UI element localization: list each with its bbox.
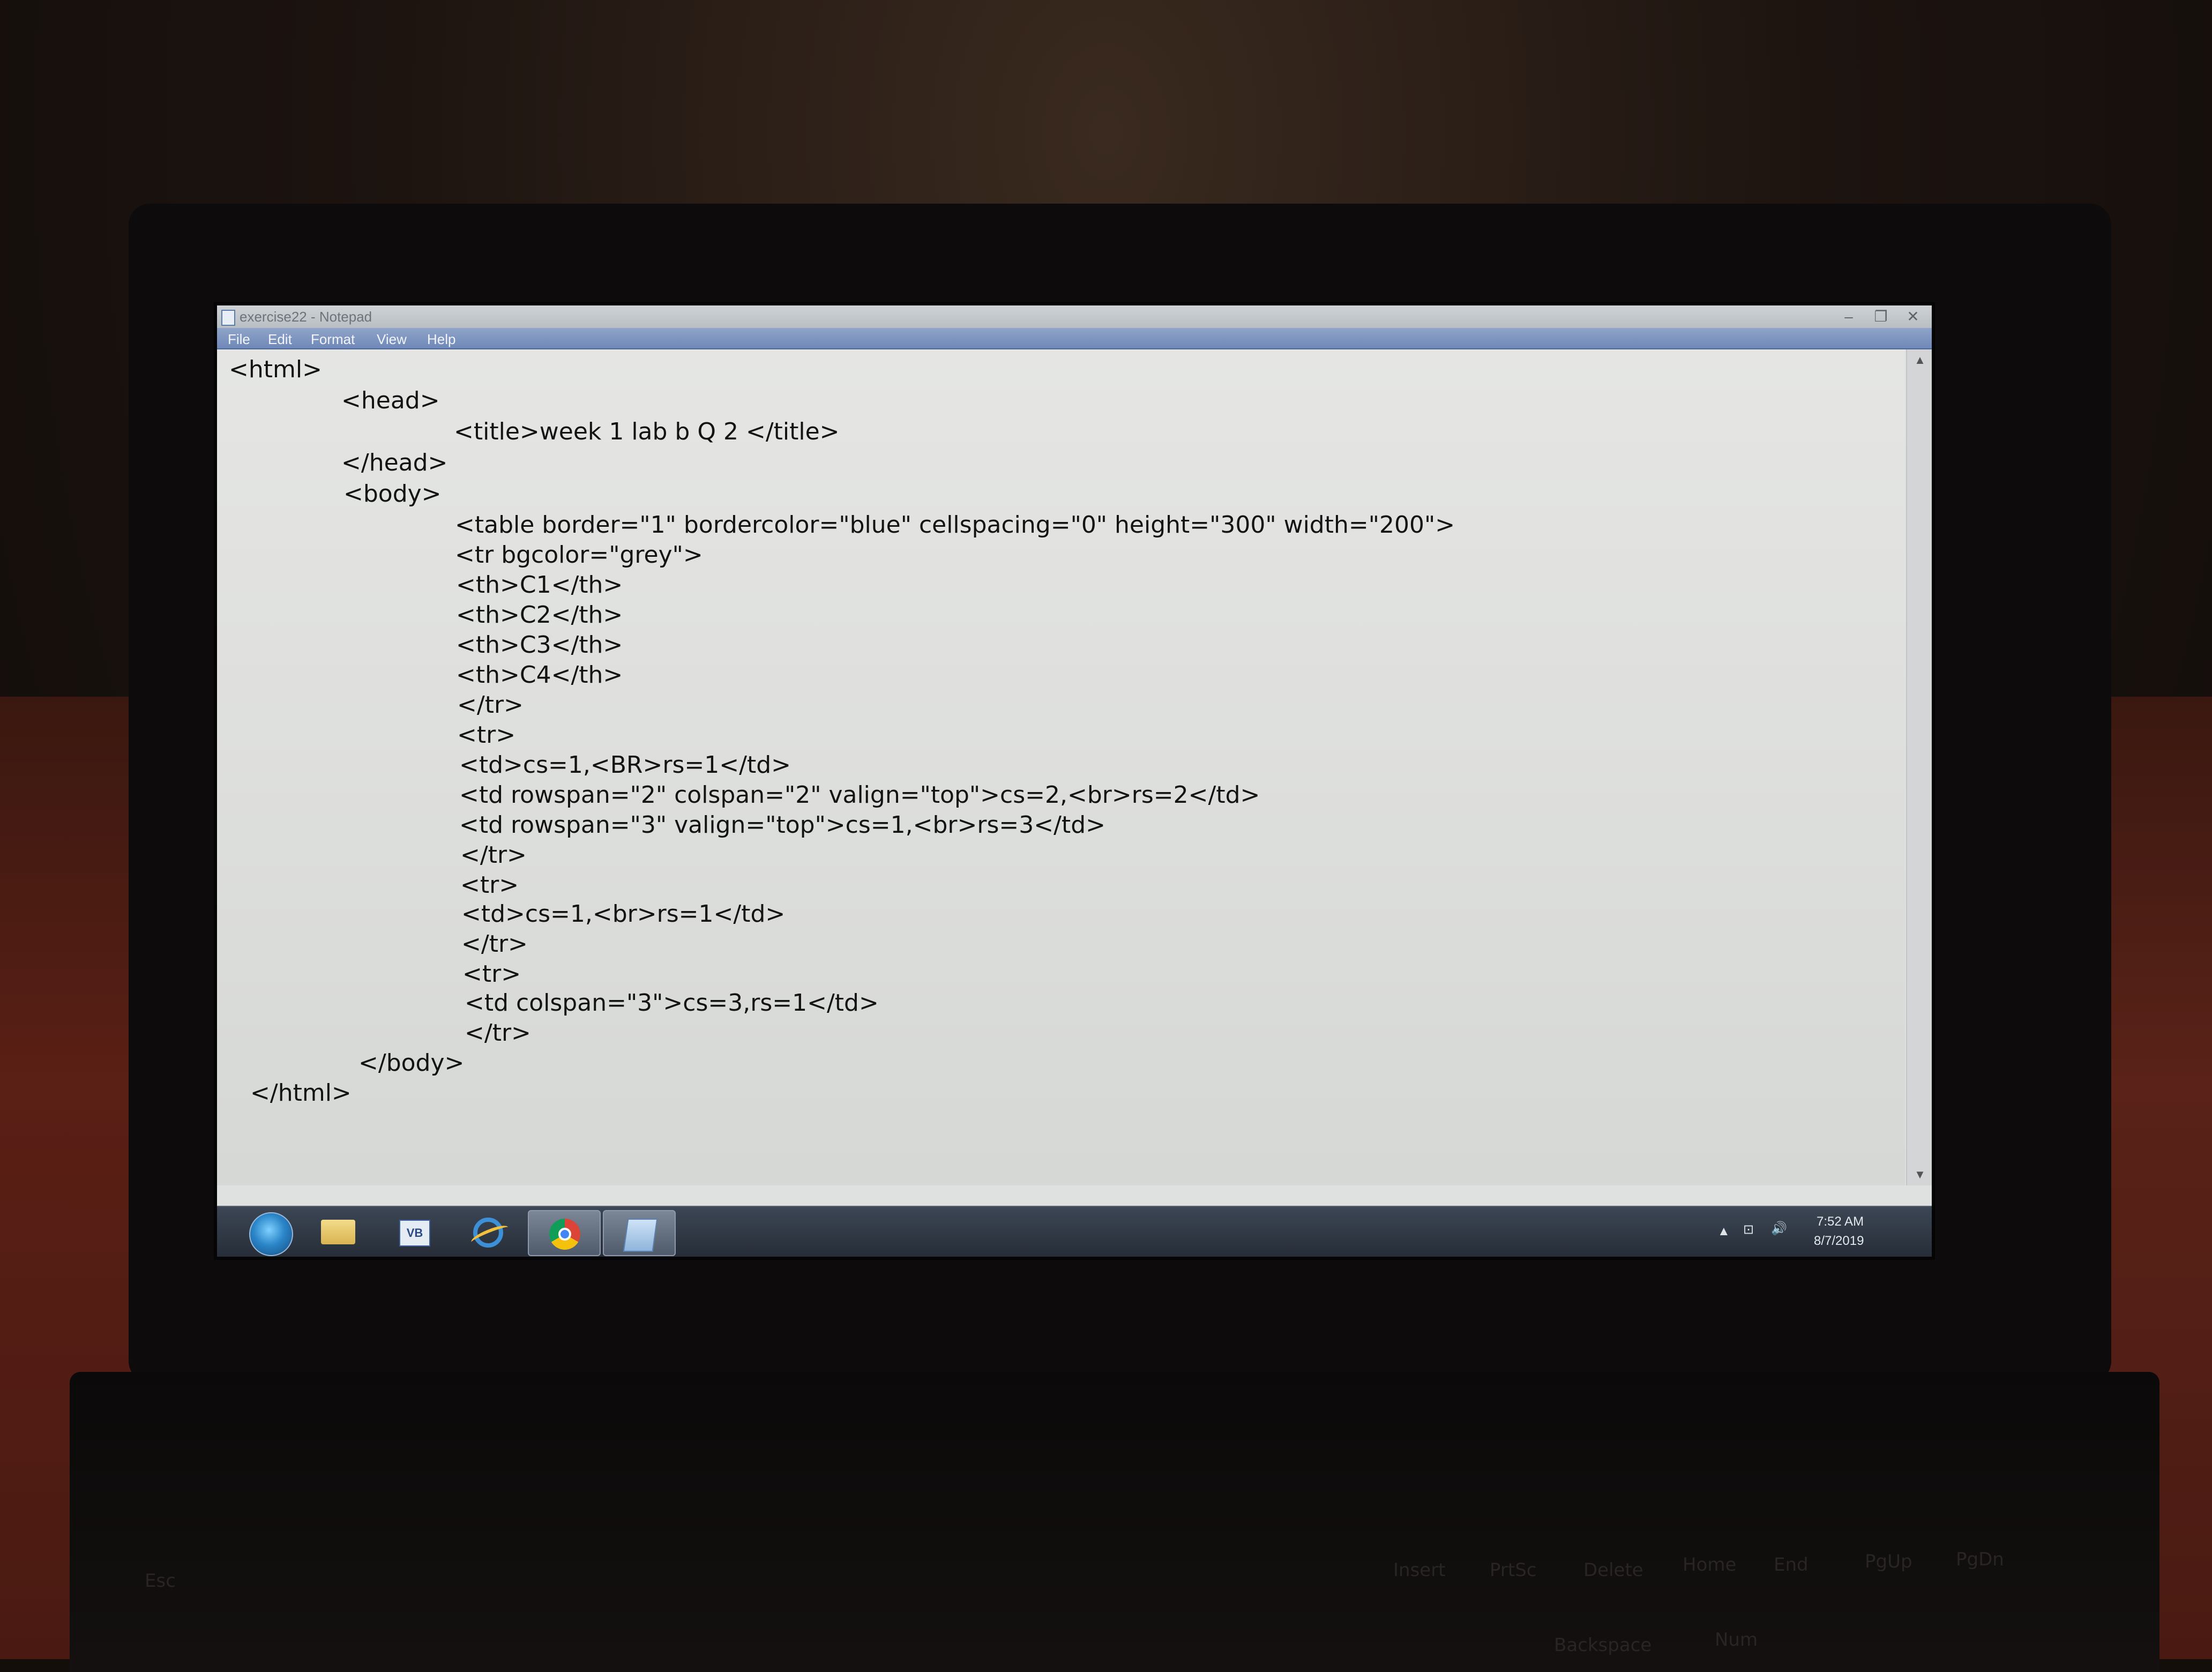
- code-line: <html>: [229, 356, 322, 383]
- volume-icon[interactable]: 🔊: [1771, 1221, 1787, 1257]
- code-line: <td>cs=1,<BR>rs=1</td>: [459, 751, 791, 779]
- code-line: <td rowspan="2" colspan="2" valign="top"…: [459, 781, 1260, 809]
- code-line: <body>: [343, 480, 442, 507]
- menu-view[interactable]: View: [377, 331, 407, 348]
- code-line: </tr>: [457, 691, 524, 719]
- key-num: Num: [1715, 1629, 1758, 1651]
- network-icon[interactable]: ⊡: [1743, 1222, 1754, 1257]
- code-line: <th>C1</th>: [456, 571, 623, 599]
- window-title: exercise22 - Notepad: [240, 309, 372, 325]
- start-button[interactable]: [249, 1212, 293, 1256]
- code-line: <th>C2</th>: [456, 601, 623, 629]
- key-prtsc: PrtSc: [1490, 1559, 1537, 1581]
- taskbar-visual-basic[interactable]: VB: [378, 1210, 449, 1254]
- vb-icon: VB: [399, 1220, 430, 1246]
- close-button[interactable]: ✕: [1900, 308, 1926, 326]
- key-pgdn: PgDn: [1956, 1549, 2004, 1570]
- code-line: </tr>: [465, 1019, 531, 1047]
- code-line: </tr>: [461, 930, 528, 958]
- code-line: <head>: [341, 387, 440, 414]
- key-esc: Esc: [145, 1570, 176, 1592]
- taskbar-chrome[interactable]: [528, 1210, 601, 1256]
- notepad-icon: [623, 1219, 658, 1252]
- menu-bar: File Edit Format View Help: [217, 328, 1932, 349]
- folder-icon: [321, 1220, 355, 1244]
- code-line: <tr>: [462, 960, 521, 988]
- title-bar[interactable]: exercise22 - Notepad – ❐ ✕: [217, 305, 1932, 328]
- code-line: </html>: [250, 1079, 352, 1107]
- taskbar-internet-explorer[interactable]: [453, 1210, 524, 1254]
- key-delete: Delete: [1583, 1559, 1643, 1581]
- code-line: </tr>: [460, 841, 527, 869]
- code-line: <th>C3</th>: [456, 631, 623, 659]
- code-line: <tr>: [460, 871, 519, 899]
- text-editor-area[interactable]: <html> <head> <title>week 1 lab b Q 2 </…: [217, 349, 1905, 1185]
- screen: exercise22 - Notepad – ❐ ✕ File Edit For…: [217, 305, 1932, 1257]
- menu-help[interactable]: Help: [427, 331, 455, 348]
- tray-expand-icon[interactable]: ▲: [1717, 1224, 1730, 1257]
- keyboard: Esc Insert PrtSc Delete Home End PgUp Pg…: [0, 1543, 2212, 1659]
- code-line: <td colspan="3">cs=3,rs=1</td>: [465, 989, 879, 1017]
- menu-file[interactable]: File: [228, 331, 250, 348]
- scroll-down-icon[interactable]: ▼: [1907, 1164, 1932, 1185]
- menu-format[interactable]: Format: [311, 331, 355, 348]
- notepad-app-icon: [221, 310, 235, 326]
- scroll-up-icon[interactable]: ▲: [1907, 349, 1932, 371]
- maximize-button[interactable]: ❐: [1867, 308, 1894, 326]
- taskbar-explorer[interactable]: [303, 1210, 373, 1254]
- key-end: End: [1774, 1554, 1809, 1576]
- code-line: </head>: [341, 449, 448, 476]
- code-line: <td rowspan="3" valign="top">cs=1,<br>rs…: [459, 811, 1106, 839]
- code-line: <td>cs=1,<br>rs=1</td>: [461, 900, 786, 928]
- code-line: <th>C4</th>: [456, 661, 623, 689]
- code-line: <table border="1" bordercolor="blue" cel…: [455, 511, 1455, 539]
- code-line: <title>week 1 lab b Q 2 </title>: [454, 418, 840, 445]
- taskbar-notepad[interactable]: [603, 1210, 676, 1256]
- minimize-button[interactable]: –: [1835, 308, 1862, 326]
- menu-edit[interactable]: Edit: [268, 331, 292, 348]
- key-home: Home: [1683, 1554, 1737, 1576]
- clock-time[interactable]: 7:52 AM: [1817, 1214, 1864, 1229]
- code-line: </body>: [358, 1049, 465, 1077]
- vertical-scrollbar[interactable]: ▲ ▼: [1906, 349, 1932, 1185]
- internet-explorer-icon: [473, 1218, 503, 1248]
- clock-date[interactable]: 8/7/2019: [1814, 1234, 1864, 1249]
- code-line: <tr bgcolor="grey">: [455, 541, 703, 569]
- key-pgup: PgUp: [1865, 1551, 1912, 1572]
- key-backspace: Backspace: [1554, 1634, 1652, 1656]
- code-line: <tr>: [457, 721, 516, 749]
- taskbar: VB ▲ ⊡ 🔊 7:52 AM 8/7/2019: [217, 1206, 1932, 1257]
- key-insert: Insert: [1393, 1559, 1446, 1581]
- chrome-icon: [549, 1219, 580, 1250]
